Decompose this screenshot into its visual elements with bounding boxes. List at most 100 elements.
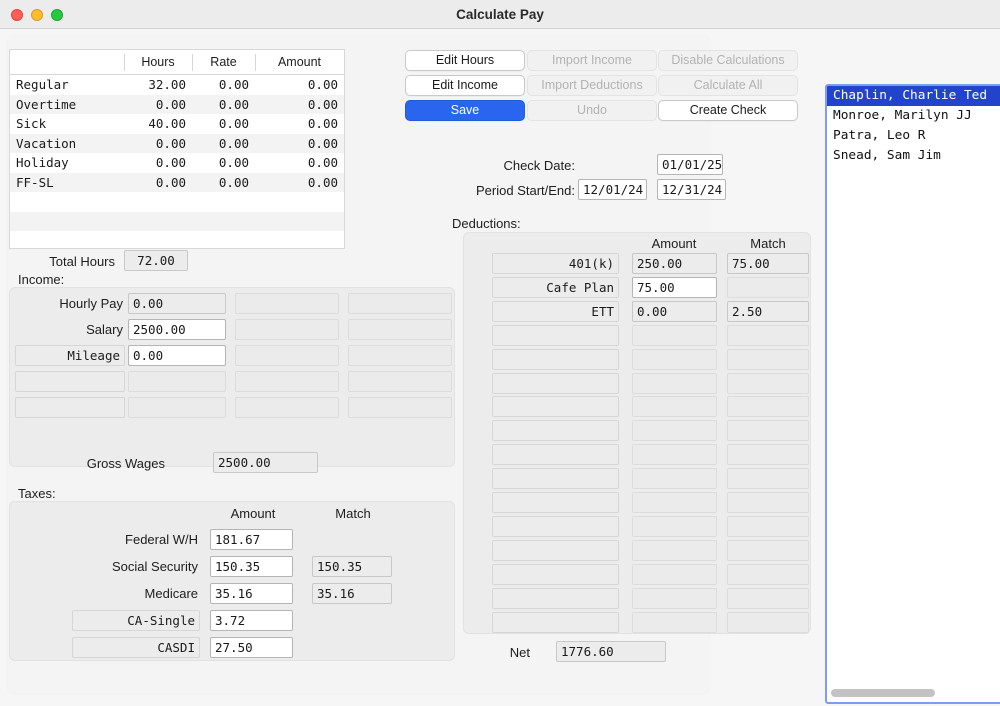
employee-list[interactable]: Chaplin, Charlie Ted Monroe, Marilyn JJ Pa…	[825, 84, 1000, 704]
tax-row-amount[interactable]: 3.72	[210, 610, 293, 631]
check-date-field[interactable]: 01/01/25	[657, 154, 723, 175]
deduction-row-match[interactable]	[727, 372, 809, 394]
deduction-row-label[interactable]	[492, 420, 619, 442]
tax-row-amount[interactable]: 35.16	[210, 583, 293, 604]
deduction-row-label[interactable]: 401(k)	[492, 253, 619, 274]
income-row-value[interactable]: 0.00	[128, 293, 226, 314]
list-item[interactable]: Monroe, Marilyn JJ	[827, 106, 1000, 126]
deduction-row-match[interactable]	[727, 444, 809, 466]
horizontal-scrollbar[interactable]	[827, 687, 1000, 699]
list-item[interactable]: Patra, Leo R	[827, 126, 1000, 146]
deduction-row-match[interactable]	[727, 611, 809, 633]
tax-row-label[interactable]: CASDI	[72, 637, 200, 658]
income-row-label[interactable]: Mileage	[15, 345, 125, 366]
deduction-row-match[interactable]	[727, 420, 809, 442]
deduction-row-amount[interactable]: 0.00	[632, 300, 717, 322]
deduction-row-match[interactable]	[727, 276, 809, 298]
deduction-row-amount[interactable]	[632, 492, 717, 513]
deduction-row-label[interactable]	[492, 396, 619, 418]
income-row-value[interactable]: 0.00	[128, 345, 226, 366]
deduction-row-amount[interactable]	[632, 563, 717, 585]
period-start-field[interactable]: 12/01/24	[578, 179, 647, 200]
edit-hours-button[interactable]: Edit Hours	[405, 50, 525, 71]
income-row-value[interactable]	[128, 397, 226, 418]
deduction-row-amount[interactable]: 75.00	[632, 276, 717, 298]
deduction-row-label[interactable]	[492, 324, 619, 346]
deduction-row-label[interactable]	[492, 587, 619, 609]
deduction-row-label[interactable]	[492, 348, 619, 370]
edit-income-button[interactable]: Edit Income	[405, 75, 525, 96]
income-row-value[interactable]	[128, 371, 226, 392]
income-row-extra-field[interactable]	[348, 293, 452, 314]
deduction-row-match[interactable]	[727, 539, 809, 561]
deduction-row-amount[interactable]	[632, 539, 717, 561]
deduction-row-match[interactable]: 75.00	[727, 253, 809, 274]
deduction-row-match[interactable]	[727, 587, 809, 609]
list-item[interactable]: Chaplin, Charlie Ted	[827, 86, 1000, 106]
list-item[interactable]: Snead, Sam Jim	[827, 146, 1000, 166]
income-row-extra-field[interactable]	[235, 371, 339, 392]
income-row-extra-field[interactable]	[235, 319, 339, 340]
deduction-row-match[interactable]	[727, 324, 809, 346]
deduction-row-label[interactable]	[492, 444, 619, 466]
column-header-hours[interactable]: Hours	[124, 50, 192, 74]
deduction-row-match[interactable]: 2.50	[727, 300, 809, 322]
deduction-row-amount[interactable]	[632, 324, 717, 346]
deduction-row-amount[interactable]	[632, 587, 717, 609]
deduction-row-match[interactable]	[727, 492, 809, 513]
deduction-row-label[interactable]	[492, 515, 619, 537]
period-end-field[interactable]: 12/31/24	[657, 179, 726, 200]
create-check-button[interactable]: Create Check	[658, 100, 798, 121]
tax-row-amount[interactable]: 150.35	[210, 556, 293, 577]
deduction-row-match[interactable]	[727, 515, 809, 537]
income-row-extra-field[interactable]	[235, 345, 339, 366]
table-row[interactable]: Regular 32.00 0.00 0.00	[10, 75, 344, 95]
deduction-row-label[interactable]	[492, 492, 619, 513]
hours-table[interactable]: Hours Rate Amount Regular 32.00 0.00 0.00 Ov…	[9, 49, 345, 249]
income-row-extra-field[interactable]	[348, 345, 452, 366]
deduction-row-amount[interactable]	[632, 444, 717, 466]
deduction-row-label[interactable]	[492, 468, 619, 490]
deduction-row-label[interactable]: ETT	[492, 300, 619, 322]
deduction-row-label[interactable]	[492, 372, 619, 394]
column-header-rate[interactable]: Rate	[192, 50, 255, 74]
table-row[interactable]	[10, 231, 344, 251]
deduction-row-amount[interactable]	[632, 348, 717, 370]
table-row[interactable]: Sick 40.00 0.00 0.00	[10, 114, 344, 134]
income-row-extra-field[interactable]	[235, 293, 339, 314]
table-row[interactable]	[10, 211, 344, 231]
tax-row-amount[interactable]: 27.50	[210, 637, 293, 658]
deduction-row-match[interactable]	[727, 563, 809, 585]
deduction-row-amount[interactable]	[632, 396, 717, 418]
table-row[interactable]: Holiday 0.00 0.00 0.00	[10, 153, 344, 173]
deduction-row-amount[interactable]	[632, 611, 717, 633]
income-row-extra-field[interactable]	[348, 371, 452, 392]
deduction-row-amount[interactable]	[632, 420, 717, 442]
tax-row-amount[interactable]: 181.67	[210, 529, 293, 550]
save-button[interactable]: Save	[405, 100, 525, 121]
deduction-row-label[interactable]	[492, 539, 619, 561]
income-row-extra-field[interactable]	[235, 397, 339, 418]
deduction-row-match[interactable]	[727, 396, 809, 418]
table-row[interactable]: Vacation 0.00 0.00 0.00	[10, 133, 344, 153]
table-row[interactable]	[10, 192, 344, 212]
deduction-row-label[interactable]	[492, 611, 619, 633]
income-row-extra-field[interactable]	[348, 319, 452, 340]
income-row-value[interactable]: 2500.00	[128, 319, 226, 340]
deduction-row-amount[interactable]: 250.00	[632, 253, 717, 274]
income-row-label[interactable]	[15, 371, 125, 392]
column-header-amount[interactable]: Amount	[255, 50, 344, 74]
deduction-row-amount[interactable]	[632, 468, 717, 490]
table-row[interactable]: Overtime 0.00 0.00 0.00	[10, 94, 344, 114]
table-row[interactable]: FF-SL 0.00 0.00 0.00	[10, 172, 344, 192]
deduction-row-match[interactable]	[727, 468, 809, 490]
tax-row-label[interactable]: CA-Single	[72, 610, 200, 631]
deduction-row-amount[interactable]	[632, 372, 717, 394]
scrollbar-thumb[interactable]	[831, 689, 935, 697]
deduction-row-label[interactable]: Cafe Plan	[492, 276, 619, 298]
deduction-row-match[interactable]	[727, 348, 809, 370]
deduction-row-label[interactable]	[492, 563, 619, 585]
income-row-extra-field[interactable]	[348, 397, 452, 418]
deduction-row-amount[interactable]	[632, 515, 717, 537]
income-row-label[interactable]	[15, 397, 125, 418]
